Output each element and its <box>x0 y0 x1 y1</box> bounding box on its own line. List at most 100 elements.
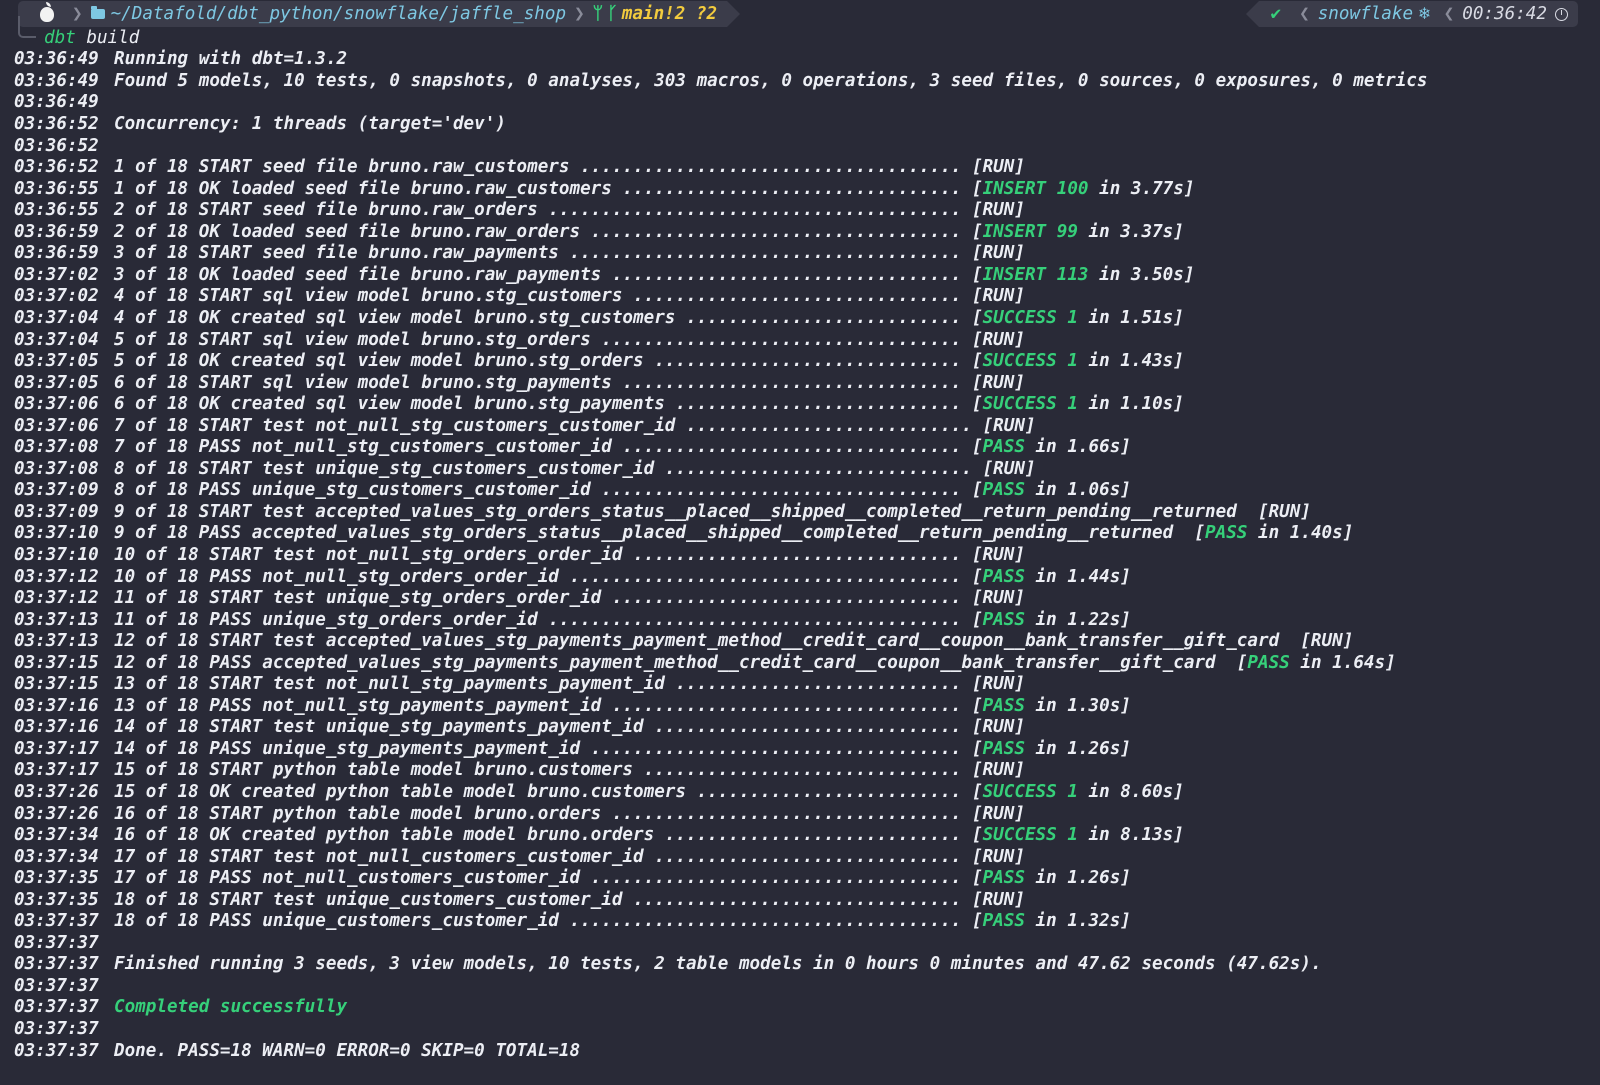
log-timestamp: 03:37:35 <box>14 868 99 889</box>
log-result: [ <box>971 781 983 802</box>
log-result: in 1.40s] <box>1247 523 1354 544</box>
prompt-right-segment: ✔ ❮ snowflake ❄ ❮ 00:36:42 <box>1245 1 1578 27</box>
clock-icon <box>1555 7 1568 21</box>
log-timestamp: 03:37:10 <box>14 544 99 565</box>
log-text: 10 of 18 PASS not_null_stg_orders_order_… <box>114 566 972 587</box>
log-timestamp: 03:37:17 <box>14 738 99 759</box>
log-timestamp: 03:37:16 <box>14 717 99 738</box>
log-timestamp: 03:37:34 <box>14 825 99 846</box>
log-timestamp: 03:36:52 <box>14 114 99 135</box>
log-line: 03:37:06 6 of 18 OK created sql view mode… <box>14 394 1600 416</box>
current-path: ~/Datafold/dbt_python/snowflake/jaffle_s… <box>110 4 567 24</box>
chevron-right-icon: ❯ <box>574 4 585 24</box>
log-timestamp: 03:37:13 <box>14 609 99 630</box>
command-line[interactable]: dbt build <box>0 28 1600 49</box>
log-text: 7 of 18 START test not_null_stg_customer… <box>114 415 983 436</box>
log-result: [ <box>971 609 983 630</box>
log-result: in 3.77s] <box>1088 178 1195 199</box>
log-result: [ <box>971 695 983 716</box>
log-line: 03:37:10 9 of 18 PASS accepted_values_stg… <box>14 523 1600 545</box>
log-line: 03:37:26 16 of 18 START python table mode… <box>14 804 1600 826</box>
log-text: 12 of 18 START test accepted_values_stg_… <box>114 631 1301 652</box>
log-line: 03:37:16 13 of 18 PASS not_null_stg_payme… <box>14 696 1600 718</box>
log-timestamp: 03:37:37 <box>14 1019 99 1039</box>
log-timestamp: 03:37:05 <box>14 351 99 372</box>
log-text: 8 of 18 PASS unique_stg_customers_custom… <box>114 480 972 501</box>
log-timestamp: 03:37:08 <box>14 437 99 458</box>
log-line: 03:37:17 14 of 18 PASS unique_stg_payment… <box>14 739 1600 761</box>
log-status: [RUN] <box>971 588 1025 609</box>
command-program: dbt <box>44 28 76 48</box>
log-result-status: PASS <box>982 738 1025 759</box>
log-result: in 1.44s] <box>1024 566 1131 587</box>
log-text: 6 of 18 OK created sql view model bruno.… <box>114 394 972 415</box>
log-result-status: INSERT 99 <box>982 221 1078 242</box>
log-timestamp: 03:37:05 <box>14 372 99 393</box>
log-status: [RUN] <box>971 243 1025 264</box>
log-text: 18 of 18 PASS unique_customers_customer_… <box>114 911 972 932</box>
log-result: [ <box>971 738 983 759</box>
log-timestamp: 03:37:26 <box>14 781 99 802</box>
log-result: in 1.64s] <box>1289 652 1396 673</box>
log-line: 03:37:35 18 of 18 START test unique_custo… <box>14 890 1600 912</box>
log-timestamp: 03:37:06 <box>14 415 99 436</box>
log-result-status: PASS <box>982 868 1025 889</box>
log-text: 13 of 18 START test not_null_stg_payment… <box>114 674 972 695</box>
log-line: 03:37:04 5 of 18 START sql view model bru… <box>14 330 1600 352</box>
log-status: [RUN] <box>971 544 1025 565</box>
log-status: [RUN] <box>1300 631 1354 652</box>
log-line: 03:37:06 7 of 18 START test not_null_stg_… <box>14 416 1600 438</box>
log-result: [ <box>971 437 983 458</box>
log-text: 11 of 18 START test unique_stg_orders_or… <box>114 588 972 609</box>
log-status: [RUN] <box>971 803 1025 824</box>
log-result: in 8.13s] <box>1077 825 1184 846</box>
log-line: 03:37:02 4 of 18 START sql view model bru… <box>14 286 1600 308</box>
log-result: [ <box>971 825 983 846</box>
log-result: [ <box>971 566 983 587</box>
log-line: 03:37:16 14 of 18 START test unique_stg_p… <box>14 717 1600 739</box>
log-text: 5 of 18 OK created sql view model bruno.… <box>114 351 972 372</box>
log-status: [RUN] <box>982 415 1036 436</box>
log-text: 2 of 18 START seed file bruno.raw_orders… <box>114 200 972 221</box>
log-status: [RUN] <box>971 157 1025 178</box>
prompt-connector <box>18 16 36 38</box>
log-result-status: PASS <box>982 695 1025 716</box>
log-result: [ <box>971 480 983 501</box>
log-line: 03:36:49 <box>14 92 1600 114</box>
log-line: 03:37:09 9 of 18 START test accepted_valu… <box>14 502 1600 524</box>
log-timestamp: 03:37:09 <box>14 501 99 522</box>
log-result: [ <box>971 911 983 932</box>
log-text: 9 of 18 START test accepted_values_stg_o… <box>114 501 1258 522</box>
log-line: 03:37:37 Finished running 3 seeds, 3 view… <box>14 954 1600 976</box>
log-timestamp: 03:37:37 <box>14 1040 99 1061</box>
log-success-message: Completed successfully <box>114 997 348 1018</box>
log-line: 03:37:12 11 of 18 START test unique_stg_o… <box>14 588 1600 610</box>
log-text: 16 of 18 OK created python table model b… <box>114 825 972 846</box>
prompt-bar: ❯ ~/Datafold/dbt_python/snowflake/jaffle… <box>0 1 1600 38</box>
log-timestamp: 03:37:04 <box>14 307 99 328</box>
log-line: 03:36:59 2 of 18 OK loaded seed file brun… <box>14 222 1600 244</box>
log-text: 2 of 18 OK loaded seed file bruno.raw_or… <box>114 221 972 242</box>
log-result: in 1.32s] <box>1024 911 1131 932</box>
log-result: [ <box>971 307 983 328</box>
command-args: build <box>86 28 140 48</box>
log-timestamp: 03:37:13 <box>14 631 99 652</box>
env-name: snowflake <box>1317 4 1414 24</box>
log-status: [RUN] <box>971 674 1025 695</box>
log-text: 3 of 18 START seed file bruno.raw_paymen… <box>114 243 972 264</box>
log-result-status: PASS <box>982 609 1025 630</box>
log-result: in 3.37s] <box>1077 221 1184 242</box>
log-text: 4 of 18 OK created sql view model bruno.… <box>114 307 972 328</box>
apple-icon <box>40 1 54 22</box>
log-result-status: INSERT 100 <box>982 178 1089 199</box>
log-result: in 1.10s] <box>1077 394 1184 415</box>
log-line: 03:36:49 Running with dbt=1.3.2 <box>14 49 1600 71</box>
log-line: 03:37:37 <box>14 1019 1600 1041</box>
log-status: [RUN] <box>971 286 1025 307</box>
log-text: 4 of 18 START sql view model bruno.stg_c… <box>114 286 972 307</box>
log-status: [RUN] <box>971 846 1025 867</box>
log-timestamp: 03:36:49 <box>14 92 99 113</box>
log-timestamp: 03:37:02 <box>14 264 99 285</box>
log-timestamp: 03:37:26 <box>14 803 99 824</box>
log-line: 03:37:37 <box>14 933 1600 955</box>
